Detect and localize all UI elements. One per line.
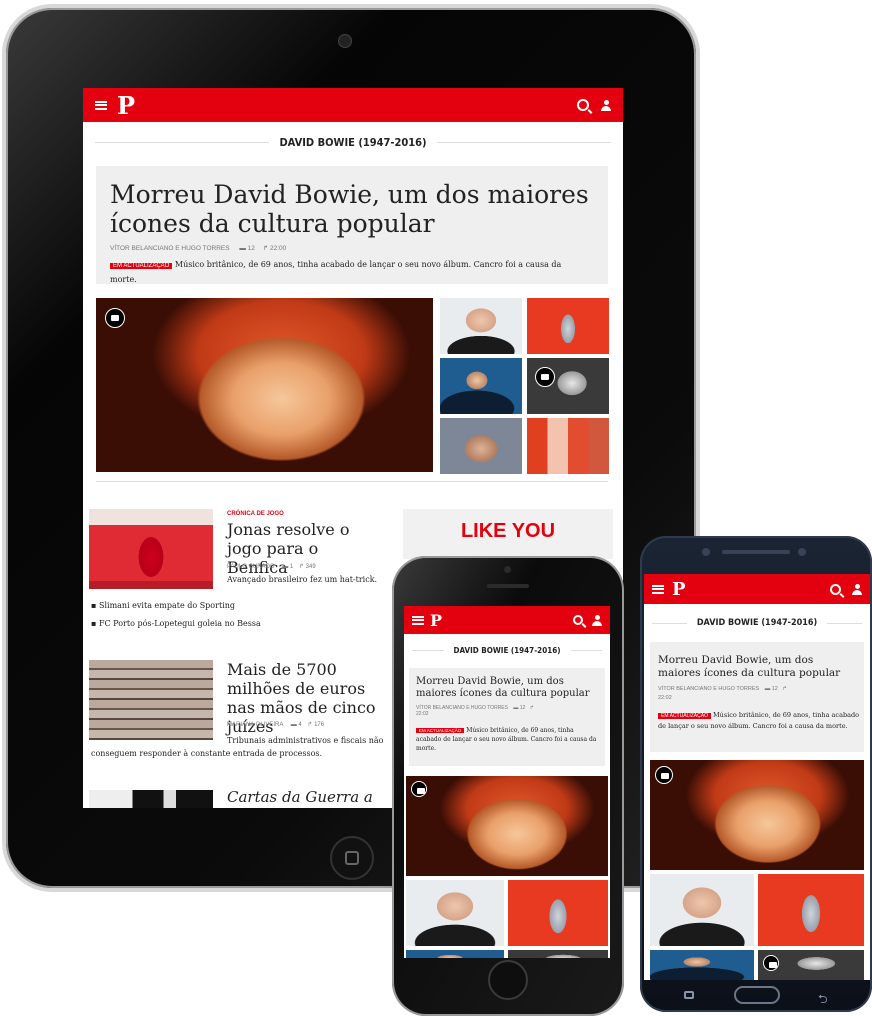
byline: VÍTOR BELANCIANO e HUGO TORRES ▬ 12 ↱ 22:… — [416, 705, 534, 717]
story-photo[interactable] — [89, 660, 213, 740]
story-dek: Tribunais administrativos e fiscais não … — [91, 736, 384, 758]
lead-article[interactable]: Morreu David Bowie, um dos maiores ícone… — [650, 642, 864, 752]
main-photo[interactable] — [96, 298, 433, 472]
main-photo[interactable] — [406, 776, 608, 876]
tablet-home-button[interactable] — [330, 836, 374, 880]
story-byline: MARIANA OLIVEIRA ▬ 4 ↱ 176 — [227, 722, 325, 728]
android-speaker — [722, 550, 790, 554]
divider — [96, 481, 608, 482]
gallery-thumb[interactable] — [527, 358, 609, 414]
story-photo[interactable] — [89, 509, 213, 589]
logo[interactable]: P — [117, 91, 135, 120]
gallery-thumb[interactable] — [440, 358, 522, 414]
logo[interactable]: P — [430, 611, 442, 630]
story-photo[interactable] — [89, 790, 213, 808]
comments-count: 12 — [247, 245, 255, 252]
gallery-thumb[interactable] — [758, 874, 864, 946]
android-home-button[interactable] — [734, 986, 780, 1004]
lead-article[interactable]: Morreu David Bowie, um dos maiores ícone… — [96, 166, 608, 284]
section-kicker: DAVID BOWIE (1947-2016) — [412, 646, 602, 655]
headline[interactable]: Morreu David Bowie, um dos maiores ícone… — [110, 180, 590, 238]
headline[interactable]: Morreu David Bowie, um dos maiores ícone… — [658, 654, 858, 680]
share-icon: ↱ — [262, 245, 269, 252]
gallery-thumb[interactable] — [650, 874, 754, 946]
camera-icon — [105, 308, 125, 328]
section-kicker: DAVID BOWIE (1947-2016) — [95, 136, 611, 149]
gallery-thumb[interactable] — [508, 880, 608, 946]
kicker-label[interactable]: DAVID BOWIE (1947-2016) — [697, 618, 817, 628]
recent-apps-button[interactable] — [684, 991, 694, 999]
top-bar: P — [83, 88, 623, 122]
live-badge: EM ACTUALIZAÇÃO — [658, 713, 711, 719]
gallery-thumb[interactable] — [650, 950, 754, 980]
menu-icon[interactable] — [95, 100, 107, 110]
headline[interactable]: Morreu David Bowie, um dos maiores ícone… — [416, 676, 598, 700]
gallery-thumb[interactable] — [440, 418, 522, 474]
top-bar: P — [644, 574, 870, 604]
tablet-camera — [338, 34, 352, 48]
camera-icon — [655, 766, 673, 784]
share-count: 22:00 — [270, 245, 287, 252]
iphone-speaker — [487, 584, 529, 588]
gallery-thumb[interactable] — [406, 880, 504, 946]
lead-text: EM ACTUALIZAÇÃO Músico britânico, de 69 … — [658, 710, 860, 731]
camera-icon — [411, 781, 427, 797]
logo[interactable]: P — [672, 579, 686, 600]
gallery-thumb[interactable] — [527, 418, 609, 474]
comments-icon: ▬ — [239, 245, 246, 252]
gallery-thumb[interactable] — [440, 298, 522, 354]
android-screen: P DAVID BOWIE (1947-2016) Morreu David B… — [644, 574, 870, 980]
menu-icon[interactable] — [652, 584, 664, 594]
gallery-thumb[interactable] — [527, 298, 609, 354]
back-button[interactable]: ⮌ — [818, 990, 828, 1011]
menu-icon[interactable] — [412, 615, 424, 625]
byline: VÍTOR BELANCIANO e HUGO TORRES ▬ 12 ↱ 22… — [110, 245, 287, 252]
lead-article[interactable]: Morreu David Bowie, um dos maiores ícone… — [409, 668, 605, 766]
gallery-thumb[interactable] — [508, 950, 608, 958]
search-icon[interactable] — [577, 99, 589, 111]
section-kicker: DAVID BOWIE (1947-2016) — [652, 618, 862, 628]
camera-icon — [763, 955, 779, 971]
search-icon[interactable] — [573, 615, 583, 625]
search-icon[interactable] — [830, 583, 841, 595]
story-byline: PAULO CURADO ▬ 1 ↱ 349 — [227, 564, 316, 570]
related-link[interactable]: ▪ Slimani evita empate do Sporting — [91, 601, 235, 610]
live-badge: EM ACTUALIZAÇÃO — [416, 728, 465, 733]
byline: VÍTOR BELANCIANO e HUGO TORRES ▬ 12 ↱ 22:… — [658, 686, 787, 701]
user-icon[interactable] — [592, 614, 602, 626]
lead-text: EM ACTUALIZAÇÃO Músico britânico, de 69 … — [110, 258, 590, 286]
live-badge: EM ACTUALIZAÇÃO — [110, 263, 173, 269]
top-bar: P — [404, 606, 610, 634]
android-camera — [798, 548, 806, 556]
iphone-screen: P DAVID BOWIE (1947-2016) Morreu David B… — [404, 606, 610, 958]
story-dek: Avançado brasileiro fez um hat-trick. — [227, 575, 378, 584]
gallery-thumb[interactable] — [758, 950, 864, 980]
user-icon[interactable] — [852, 583, 862, 595]
main-photo[interactable] — [650, 760, 864, 870]
related-link[interactable]: ▪ FC Porto pós-Lopetegui goleia no Bessa — [91, 619, 261, 628]
android-sensor — [702, 548, 710, 556]
kicker-label[interactable]: DAVID BOWIE (1947-2016) — [454, 646, 561, 655]
story-title[interactable]: Cartas da Guerra a — [227, 788, 373, 806]
gallery-thumb[interactable] — [406, 950, 504, 958]
ad-banner[interactable]: LIKE YOU — [403, 509, 613, 559]
iphone-home-button[interactable] — [488, 960, 528, 1000]
lead-text: EM ACTUALIZAÇÃO Músico britânico, de 69 … — [416, 726, 600, 753]
iphone-camera — [504, 566, 511, 573]
kicker-label[interactable]: DAVID BOWIE (1947-2016) — [279, 136, 426, 149]
story-kicker: CRÓNICA DE JOGO — [227, 511, 284, 517]
camera-icon — [535, 367, 555, 387]
user-icon[interactable] — [601, 99, 611, 111]
lead-summary: Músico britânico, de 69 anos, tinha acab… — [110, 260, 562, 284]
